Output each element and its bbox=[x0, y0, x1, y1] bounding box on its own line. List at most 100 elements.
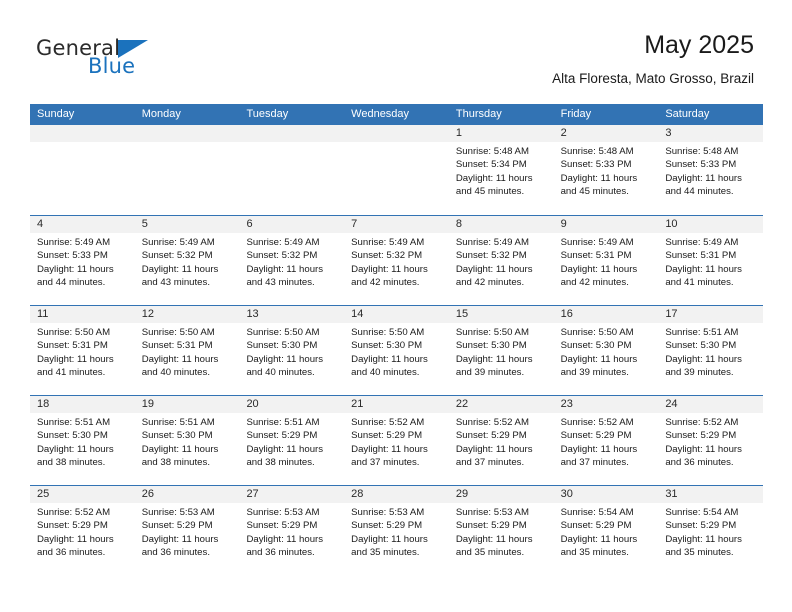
calendar-day-cell[interactable]: 8 Sunrise: 5:49 AM Sunset: 5:32 PM Daylight… bbox=[448, 216, 554, 305]
sunset-text: Sunset: 5:32 PM bbox=[246, 250, 318, 262]
calendar-day-cell[interactable]: 15 Sunrise: 5:50 AM Sunset: 5:30 PM Dayligh… bbox=[448, 306, 554, 395]
sunrise-text: Sunrise: 5:49 AM bbox=[351, 237, 425, 248]
day-number: 1 bbox=[448, 125, 554, 142]
day-sun-info: Sunrise: 5:53 AM Sunset: 5:29 PM Daylight:… bbox=[344, 503, 449, 560]
day-sun-info: Sunrise: 5:52 AM Sunset: 5:29 PM Daylight:… bbox=[30, 503, 135, 560]
day-number: 21 bbox=[344, 396, 449, 413]
daylight-text-line1: Daylight: 11 hours bbox=[560, 263, 638, 275]
calendar-day-cell[interactable]: 28 Sunrise: 5:53 AM Sunset: 5:29 PM Dayligh… bbox=[344, 486, 449, 575]
calendar-day-cell[interactable]: 26 Sunrise: 5:53 AM Sunset: 5:29 PM Dayligh… bbox=[134, 486, 240, 575]
day-number: 12 bbox=[134, 306, 240, 323]
sunset-text: Sunset: 5:30 PM bbox=[455, 340, 527, 352]
sunrise-text: Sunrise: 5:49 AM bbox=[455, 237, 529, 248]
calendar-day-cell[interactable]: 25 Sunrise: 5:52 AM Sunset: 5:29 PM Dayligh… bbox=[30, 486, 135, 575]
sunset-text: Sunset: 5:29 PM bbox=[560, 520, 632, 532]
calendar-day-cell[interactable]: 18 Sunrise: 5:51 AM Sunset: 5:30 PM Dayligh… bbox=[30, 396, 135, 485]
sunset-text: Sunset: 5:29 PM bbox=[351, 520, 423, 532]
calendar-day-cell[interactable]: 27 Sunrise: 5:53 AM Sunset: 5:29 PM Dayligh… bbox=[239, 486, 345, 575]
daylight-text-line1: Daylight: 11 hours bbox=[246, 263, 324, 275]
day-sun-info: Sunrise: 5:54 AM Sunset: 5:29 PM Daylight:… bbox=[554, 503, 659, 560]
daylight-text-line1: Daylight: 11 hours bbox=[665, 533, 742, 545]
calendar-day-cell[interactable]: 2 Sunrise: 5:48 AM Sunset: 5:33 PM Daylight… bbox=[553, 125, 659, 215]
calendar-day-cell[interactable]: 16 Sunrise: 5:50 AM Sunset: 5:30 PM Dayligh… bbox=[553, 306, 659, 395]
daylight-text-line2: and 35 minutes. bbox=[351, 547, 420, 559]
calendar-day-cell[interactable]: 1 Sunrise: 5:48 AM Sunset: 5:34 PM Daylight… bbox=[448, 125, 554, 215]
sunrise-text: Sunrise: 5:54 AM bbox=[560, 507, 634, 518]
sunset-text: Sunset: 5:30 PM bbox=[351, 340, 423, 352]
calendar-day-cell[interactable]: 11 Sunrise: 5:50 AM Sunset: 5:31 PM Dayligh… bbox=[30, 306, 135, 395]
calendar-day-cell[interactable]: 30 Sunrise: 5:54 AM Sunset: 5:29 PM Dayligh… bbox=[553, 486, 659, 575]
sunrise-text: Sunrise: 5:51 AM bbox=[141, 417, 215, 428]
calendar-day-cell[interactable]: 6 Sunrise: 5:49 AM Sunset: 5:32 PM Daylight… bbox=[239, 216, 345, 305]
day-number: 2 bbox=[553, 125, 659, 142]
calendar-day-cell[interactable]: 12 Sunrise: 5:50 AM Sunset: 5:31 PM Dayligh… bbox=[134, 306, 240, 395]
page-header: General Blue May 2025 Alta Floresta, Mat… bbox=[0, 0, 792, 100]
calendar-day-cell[interactable]: 5 Sunrise: 5:49 AM Sunset: 5:32 PM Daylight… bbox=[134, 216, 240, 305]
calendar-day-cell[interactable]: 3 Sunrise: 5:48 AM Sunset: 5:33 PM Daylight… bbox=[658, 125, 764, 215]
calendar-day-cell[interactable]: 24 Sunrise: 5:52 AM Sunset: 5:29 PM Dayligh… bbox=[658, 396, 764, 485]
weekday-header-sunday: Sunday bbox=[37, 108, 75, 120]
sunrise-text: Sunrise: 5:51 AM bbox=[665, 327, 739, 338]
sunset-text: Sunset: 5:29 PM bbox=[455, 520, 527, 532]
calendar-day-cell[interactable]: 22 Sunrise: 5:52 AM Sunset: 5:29 PM Dayligh… bbox=[448, 396, 554, 485]
day-sun-info: Sunrise: 5:49 AM Sunset: 5:31 PM Daylight:… bbox=[658, 233, 763, 290]
calendar-day-cell[interactable]: 13 Sunrise: 5:50 AM Sunset: 5:30 PM Dayligh… bbox=[239, 306, 345, 395]
page-title: May 2025 bbox=[644, 31, 754, 59]
daylight-text-line1: Daylight: 11 hours bbox=[560, 172, 638, 184]
day-sun-info: Sunrise: 5:50 AM Sunset: 5:30 PM Daylight:… bbox=[449, 323, 554, 380]
calendar-day-cell[interactable]: 21 Sunrise: 5:52 AM Sunset: 5:29 PM Dayligh… bbox=[344, 396, 449, 485]
sunset-text: Sunset: 5:30 PM bbox=[37, 430, 108, 442]
calendar-day-cell[interactable]: 23 Sunrise: 5:52 AM Sunset: 5:29 PM Dayligh… bbox=[553, 396, 659, 485]
sunrise-text: Sunrise: 5:53 AM bbox=[351, 507, 425, 518]
calendar-day-cell[interactable]: 19 Sunrise: 5:51 AM Sunset: 5:30 PM Dayligh… bbox=[134, 396, 240, 485]
calendar-day-cell[interactable]: 17 Sunrise: 5:51 AM Sunset: 5:30 PM Dayligh… bbox=[658, 306, 764, 395]
sunrise-text: Sunrise: 5:49 AM bbox=[560, 237, 634, 248]
daylight-text-line2: and 40 minutes. bbox=[246, 367, 315, 379]
day-number: 25 bbox=[30, 486, 135, 503]
day-sun-info: Sunrise: 5:53 AM Sunset: 5:29 PM Daylight:… bbox=[239, 503, 344, 560]
daylight-text-line1: Daylight: 11 hours bbox=[37, 353, 114, 365]
calendar-day-cell[interactable]: 29 Sunrise: 5:53 AM Sunset: 5:29 PM Dayligh… bbox=[448, 486, 554, 575]
calendar-day-cell[interactable]: 9 Sunrise: 5:49 AM Sunset: 5:31 PM Daylight… bbox=[553, 216, 659, 305]
weekday-header-saturday: Saturday bbox=[665, 108, 710, 120]
day-sun-info: Sunrise: 5:50 AM Sunset: 5:30 PM Daylight:… bbox=[239, 323, 344, 380]
weekday-header-wednesday: Wednesday bbox=[351, 108, 410, 120]
daylight-text-line2: and 37 minutes. bbox=[455, 457, 525, 469]
daylight-text-line1: Daylight: 11 hours bbox=[455, 353, 533, 365]
weekday-header-friday: Friday bbox=[560, 108, 592, 120]
calendar-day-cell[interactable]: 4 Sunrise: 5:49 AM Sunset: 5:33 PM Daylight… bbox=[30, 216, 135, 305]
daylight-text-line1: Daylight: 11 hours bbox=[455, 533, 533, 545]
sunset-text: Sunset: 5:29 PM bbox=[665, 520, 737, 532]
sunrise-text: Sunrise: 5:52 AM bbox=[665, 417, 739, 428]
daylight-text-line1: Daylight: 11 hours bbox=[246, 533, 324, 545]
daylight-text-line2: and 39 minutes. bbox=[560, 367, 629, 379]
calendar-day-cell[interactable]: 7 Sunrise: 5:49 AM Sunset: 5:32 PM Daylight… bbox=[344, 216, 449, 305]
brand-logo[interactable]: General Blue bbox=[36, 36, 236, 84]
daylight-text-line2: and 45 minutes. bbox=[560, 186, 629, 198]
day-number: 26 bbox=[134, 486, 240, 503]
day-number: 3 bbox=[658, 125, 764, 142]
sunrise-text: Sunrise: 5:52 AM bbox=[455, 417, 529, 428]
sunset-text: Sunset: 5:31 PM bbox=[37, 340, 108, 352]
daylight-text-line2: and 36 minutes. bbox=[665, 457, 734, 469]
day-number: 15 bbox=[448, 306, 554, 323]
calendar-page: General Blue May 2025 Alta Floresta, Mat… bbox=[0, 0, 792, 612]
day-sun-info: Sunrise: 5:49 AM Sunset: 5:32 PM Daylight:… bbox=[344, 233, 449, 290]
sunset-text: Sunset: 5:34 PM bbox=[455, 159, 527, 171]
sunrise-text: Sunrise: 5:50 AM bbox=[560, 327, 634, 338]
day-sun-info: Sunrise: 5:48 AM Sunset: 5:33 PM Daylight:… bbox=[554, 142, 659, 199]
day-sun-info: Sunrise: 5:52 AM Sunset: 5:29 PM Daylight:… bbox=[658, 413, 763, 470]
calendar-day-cell[interactable]: 20 Sunrise: 5:51 AM Sunset: 5:29 PM Dayligh… bbox=[239, 396, 345, 485]
sunset-text: Sunset: 5:29 PM bbox=[665, 430, 737, 442]
day-sun-info: Sunrise: 5:49 AM Sunset: 5:33 PM Daylight:… bbox=[30, 233, 135, 290]
sunrise-text: Sunrise: 5:48 AM bbox=[455, 146, 529, 157]
day-number: 18 bbox=[30, 396, 135, 413]
daylight-text-line2: and 43 minutes. bbox=[246, 277, 315, 289]
day-number bbox=[239, 125, 345, 142]
weekday-header-monday: Monday bbox=[141, 108, 181, 120]
calendar-day-cell[interactable]: 31 Sunrise: 5:54 AM Sunset: 5:29 PM Dayligh… bbox=[658, 486, 764, 575]
day-number: 23 bbox=[553, 396, 659, 413]
calendar-day-cell[interactable]: 14 Sunrise: 5:50 AM Sunset: 5:30 PM Dayligh… bbox=[344, 306, 449, 395]
calendar-day-cell[interactable]: 10 Sunrise: 5:49 AM Sunset: 5:31 PM Dayligh… bbox=[658, 216, 764, 305]
day-number: 13 bbox=[239, 306, 345, 323]
